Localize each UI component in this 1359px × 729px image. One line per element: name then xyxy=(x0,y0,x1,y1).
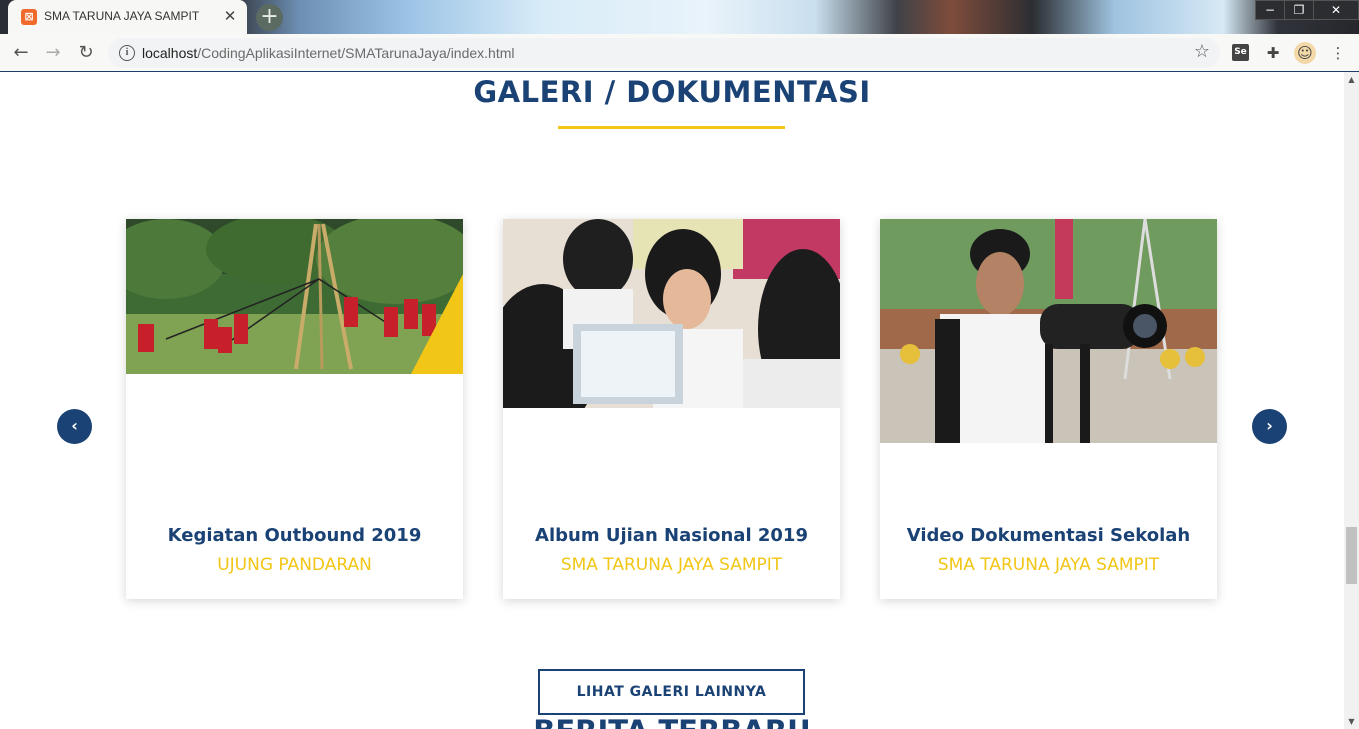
close-tab-icon[interactable]: ✕ xyxy=(221,6,239,26)
selenium-extension-icon[interactable]: Se xyxy=(1232,44,1249,61)
url-path: /CodingAplikasiInternet/SMATarunaJaya/in… xyxy=(197,45,515,61)
browser-tab-strip: ⊠ SMA TARUNA JAYA SAMPIT ✕ + − ❐ ✕ xyxy=(0,0,1359,34)
card-subtitle: UJUNG PANDARAN xyxy=(217,555,372,575)
card-subtitle: SMA TARUNA JAYA SAMPIT xyxy=(937,555,1160,575)
url-host: localhost xyxy=(142,45,198,61)
exam-photo xyxy=(503,219,840,408)
close-window-button[interactable]: ✕ xyxy=(1313,0,1359,20)
gallery-card-outbound[interactable]: Kegiatan Outbound 2019 UJUNG PANDARAN xyxy=(126,219,463,599)
camera-photo xyxy=(880,219,1217,443)
extensions-puzzle-icon[interactable]: ✚ xyxy=(1262,42,1284,64)
xampp-favicon-icon: ⊠ xyxy=(21,9,37,25)
outbound-photo xyxy=(126,219,463,374)
carousel-next-button[interactable]: › xyxy=(1252,409,1287,444)
scrollbar-thumb[interactable] xyxy=(1346,527,1357,584)
browser-menu-icon[interactable]: ⋮ xyxy=(1327,42,1349,64)
carousel-prev-button[interactable]: ‹ xyxy=(57,409,92,444)
reload-icon[interactable]: ↻ xyxy=(73,40,99,66)
forward-arrow-icon[interactable]: → xyxy=(40,40,66,66)
address-bar[interactable]: i localhost/CodingAplikasiInternet/SMATa… xyxy=(108,38,1220,68)
browser-toolbar: ← → ↻ i localhost/CodingAplikasiInternet… xyxy=(0,34,1359,72)
card-subtitle: SMA TARUNA JAYA SAMPIT xyxy=(560,555,783,575)
restore-window-button[interactable]: ❐ xyxy=(1284,0,1314,20)
minimize-window-button[interactable]: − xyxy=(1255,0,1285,20)
gallery-card-ujian[interactable]: Album Ujian Nasional 2019 SMA TARUNA JAY… xyxy=(503,219,840,599)
page-scrollbar[interactable]: ▲ ▼ xyxy=(1344,72,1359,729)
back-arrow-icon[interactable]: ← xyxy=(8,40,34,66)
profile-avatar-icon[interactable]: ☺ xyxy=(1294,42,1316,64)
url-text[interactable]: localhost/CodingAplikasiInternet/SMATaru… xyxy=(142,45,515,61)
gallery-card-video[interactable]: Video Dokumentasi Sekolah SMA TARUNA JAY… xyxy=(880,219,1217,599)
card-title: Kegiatan Outbound 2019 xyxy=(167,525,422,546)
title-underline xyxy=(558,126,785,129)
browser-tab[interactable]: ⊠ SMA TARUNA JAYA SAMPIT ✕ xyxy=(8,0,247,34)
page-content: GALERI / DOKUMENTASI ‹ › Kegiatan Outbou… xyxy=(0,72,1344,729)
gallery-section-title: GALERI / DOKUMENTASI xyxy=(473,75,871,109)
news-section-title: BERITA TERBARU xyxy=(0,714,1344,729)
new-tab-button[interactable]: + xyxy=(256,4,283,31)
site-info-icon[interactable]: i xyxy=(119,45,135,61)
tab-title: SMA TARUNA JAYA SAMPIT xyxy=(44,9,200,23)
scroll-up-arrow-icon[interactable]: ▲ xyxy=(1344,72,1359,87)
scroll-down-arrow-icon[interactable]: ▼ xyxy=(1344,714,1359,729)
bookmark-star-icon[interactable]: ☆ xyxy=(1194,41,1210,62)
view-more-gallery-button[interactable]: LIHAT GALERI LAINNYA xyxy=(538,669,805,715)
card-title: Album Ujian Nasional 2019 xyxy=(535,525,808,546)
card-title: Video Dokumentasi Sekolah xyxy=(906,525,1191,546)
